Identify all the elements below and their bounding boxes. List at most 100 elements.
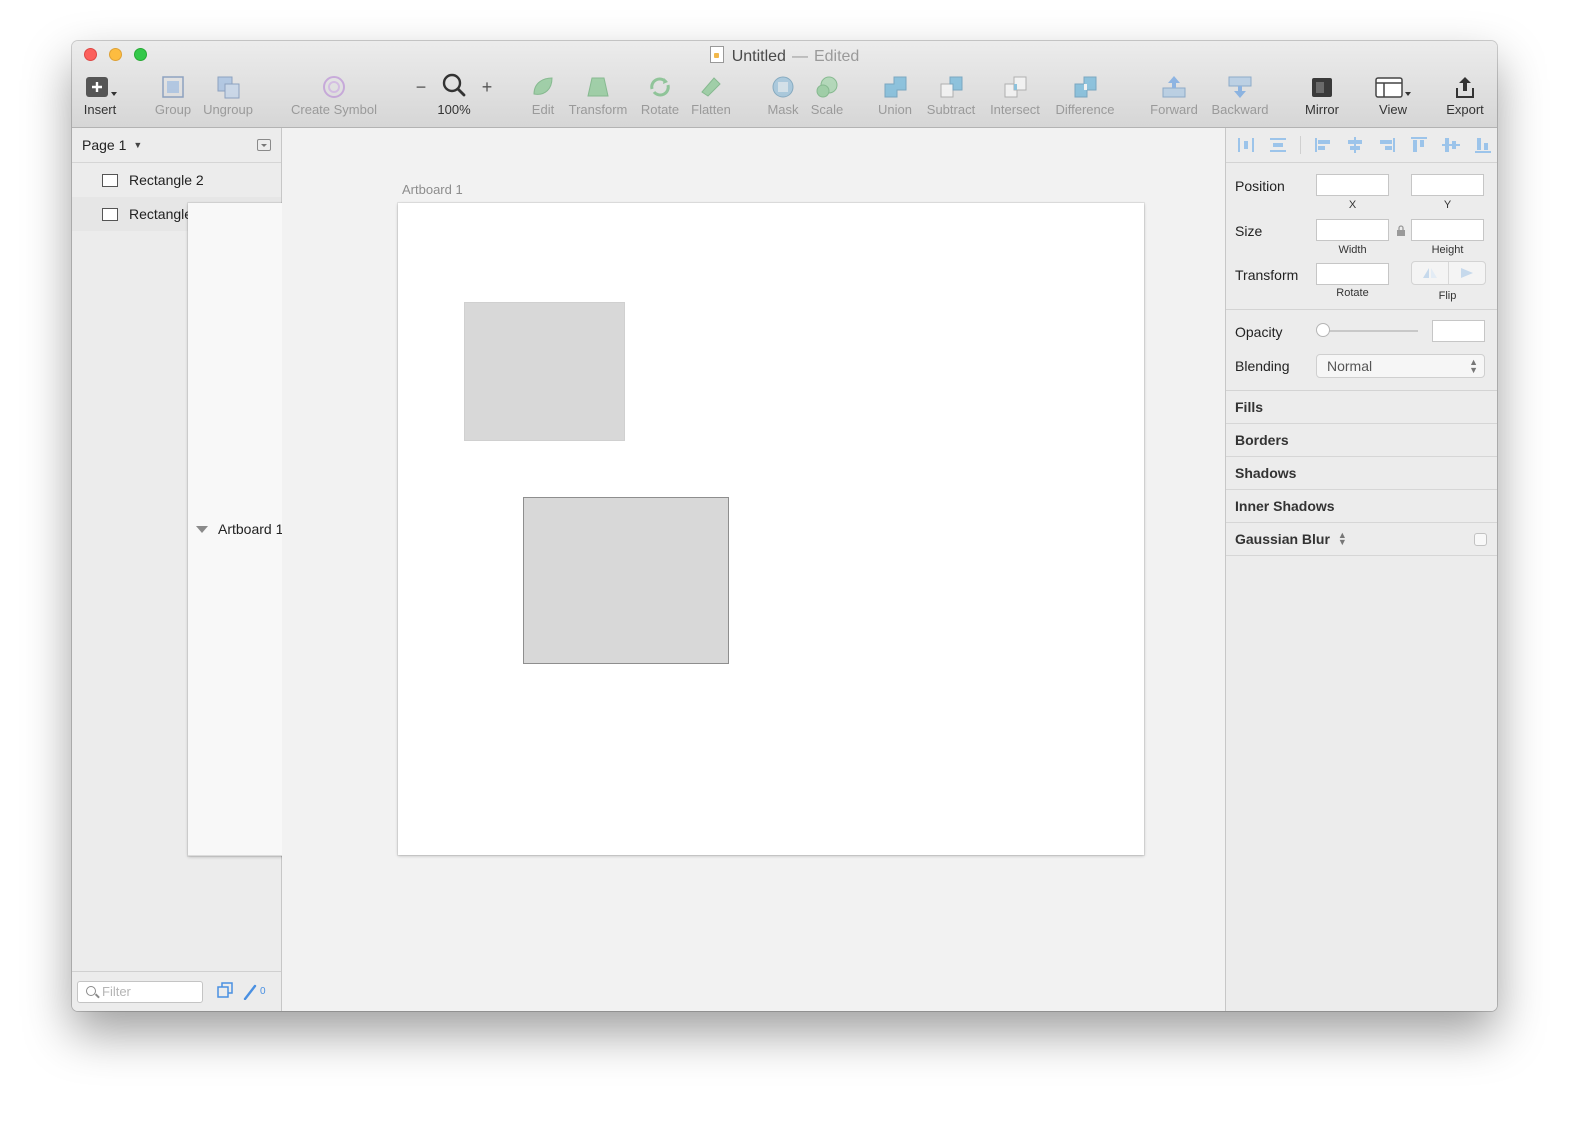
position-label: Position	[1235, 178, 1285, 194]
subtract-label: Subtract	[926, 102, 976, 117]
align-left-icon[interactable]	[1313, 136, 1333, 154]
zoom-in-button[interactable]: +	[480, 77, 494, 98]
y-label: Y	[1443, 199, 1452, 211]
align-middle-icon[interactable]	[1441, 136, 1461, 154]
symbol-icon	[286, 72, 382, 102]
layer-row[interactable]: Rectangle 2	[72, 163, 281, 197]
gaussian-blur-section[interactable]: Gaussian Blur ▲ ▼	[1226, 523, 1497, 556]
rectangle-2-shape[interactable]	[464, 302, 625, 441]
rotate-label: Rotate	[640, 102, 680, 117]
difference-icon	[1052, 72, 1118, 102]
backward-icon	[1208, 72, 1272, 102]
distribute-horizontal-icon[interactable]	[1236, 136, 1256, 154]
union-button[interactable]: Union	[874, 72, 916, 118]
mirror-icon	[1300, 72, 1344, 102]
width-label: Width	[1338, 244, 1367, 256]
rectangle-icon	[102, 207, 118, 221]
size-label: Size	[1235, 223, 1263, 239]
width-field[interactable]	[1316, 219, 1389, 241]
mask-label: Mask	[767, 102, 799, 117]
opacity-slider-track[interactable]	[1322, 330, 1418, 332]
zoom-out-button[interactable]: −	[414, 77, 428, 98]
blur-type-chevron-icon[interactable]: ▲ ▼	[1338, 531, 1347, 547]
mask-button[interactable]: Mask	[764, 72, 802, 118]
shadows-section[interactable]: Shadows	[1226, 457, 1497, 490]
rotate-label: Rotate	[1336, 287, 1369, 299]
fills-section[interactable]: Fills	[1226, 391, 1497, 424]
backward-button[interactable]: Backward	[1208, 72, 1272, 118]
forward-icon	[1146, 72, 1202, 102]
subtract-button[interactable]: Subtract	[922, 72, 980, 118]
mirror-button[interactable]: Mirror	[1300, 72, 1344, 118]
align-bottom-icon[interactable]	[1473, 136, 1493, 154]
edited-layers-filter[interactable]: 0	[243, 984, 266, 1000]
flatten-icon	[688, 72, 734, 102]
view-button[interactable]: View	[1372, 72, 1414, 118]
subtract-icon	[922, 72, 980, 102]
rotate-icon	[638, 72, 682, 102]
flip-control	[1411, 261, 1486, 285]
height-field[interactable]	[1411, 219, 1484, 241]
align-center-icon[interactable]	[1345, 136, 1365, 154]
rectangle-icon	[102, 173, 118, 187]
rectangle-1-shape[interactable]	[523, 497, 729, 664]
inner-shadows-title: Inner Shadows	[1235, 498, 1335, 514]
distribute-vertical-icon[interactable]	[1268, 136, 1288, 154]
chevron-down-icon: ▼	[133, 140, 143, 150]
layers-panel: Page 1 ▼ Artboard 1 Rectangle 2 Rectangl…	[72, 128, 942, 1011]
rotate-button[interactable]: Rotate	[638, 72, 682, 118]
position-y-field[interactable]	[1411, 174, 1484, 196]
disclosure-triangle-icon[interactable]	[196, 525, 208, 533]
canvas[interactable]: Artboard 1	[282, 128, 1225, 1011]
create-symbol-label: Create Symbol	[291, 102, 377, 117]
scale-button[interactable]: Scale	[808, 72, 846, 118]
insert-button[interactable]: Insert	[80, 72, 120, 118]
forward-button[interactable]: Forward	[1146, 72, 1202, 118]
search-icon	[86, 985, 96, 996]
edited-count: 0	[260, 986, 266, 997]
align-right-icon[interactable]	[1377, 136, 1397, 154]
edit-button[interactable]: Edit	[526, 72, 560, 118]
filter-input[interactable]: Filter	[77, 980, 203, 1003]
pages-toggle-icon[interactable]	[257, 139, 271, 151]
mask-icon	[764, 72, 802, 102]
app-window: Untitled — Edited Insert Group Ungroup C…	[72, 41, 1497, 1011]
group-button[interactable]: Group	[150, 72, 196, 118]
inner-shadows-section[interactable]: Inner Shadows	[1226, 490, 1497, 523]
intersect-label: Intersect	[990, 102, 1040, 117]
alignment-toolbar	[1226, 128, 1497, 163]
difference-button[interactable]: Difference	[1052, 72, 1118, 118]
fills-title: Fills	[1235, 399, 1264, 415]
flip-vertical-icon[interactable]	[1448, 262, 1485, 284]
x-label: X	[1348, 199, 1357, 211]
flip-horizontal-icon[interactable]	[1412, 262, 1448, 284]
ungroup-button[interactable]: Ungroup	[200, 72, 256, 118]
copy-icon[interactable]	[217, 982, 233, 1001]
page-selector[interactable]: Page 1 ▼	[72, 128, 281, 163]
position-x-field[interactable]	[1316, 174, 1389, 196]
intersect-button[interactable]: Intersect	[986, 72, 1044, 118]
artboard-title[interactable]: Artboard 1	[402, 182, 463, 197]
mirror-label: Mirror	[1305, 102, 1339, 117]
flatten-button[interactable]: Flatten	[688, 72, 734, 118]
borders-section[interactable]: Borders	[1226, 424, 1497, 457]
align-top-icon[interactable]	[1409, 136, 1429, 154]
title-separator: —	[791, 48, 808, 65]
divider	[1226, 309, 1497, 310]
export-button[interactable]: Export	[1442, 72, 1488, 118]
lock-icon[interactable]	[1396, 224, 1406, 240]
export-label: Export	[1446, 102, 1484, 117]
difference-label: Difference	[1055, 102, 1115, 117]
forward-label: Forward	[1150, 102, 1198, 117]
rotate-field[interactable]	[1316, 263, 1389, 285]
view-label: View	[1379, 102, 1407, 117]
blending-select[interactable]: Normal ▲ ▼	[1316, 354, 1485, 378]
transform-button[interactable]: Transform	[566, 72, 630, 118]
gaussian-blur-checkbox[interactable]	[1474, 532, 1487, 546]
layers-footer: Filter 0	[72, 971, 281, 1011]
create-symbol-button[interactable]: Create Symbol	[286, 72, 382, 118]
opacity-field[interactable]	[1432, 320, 1485, 342]
opacity-slider-knob[interactable]	[1316, 323, 1330, 337]
artboard[interactable]	[398, 203, 1144, 855]
zoom-icon	[441, 72, 467, 103]
